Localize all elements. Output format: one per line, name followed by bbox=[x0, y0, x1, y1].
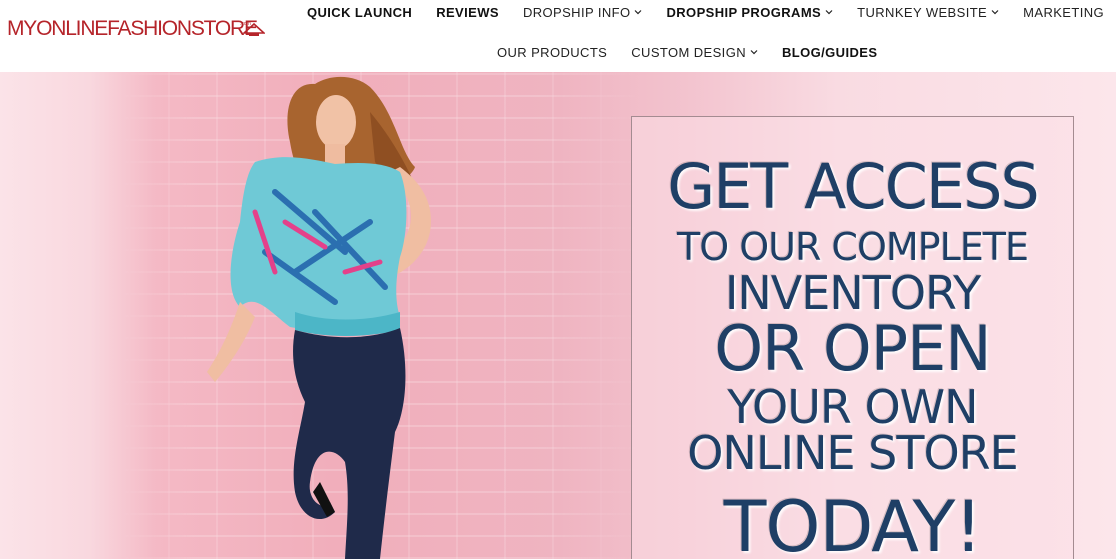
promo-line: INVENTORY bbox=[724, 266, 981, 320]
nav-custom-design[interactable]: CUSTOM DESIGN bbox=[631, 44, 758, 60]
nav-label: QUICK LAUNCH bbox=[307, 4, 413, 20]
chevron-down-icon bbox=[825, 10, 833, 15]
nav-dropship-info[interactable]: DROPSHIP INFO bbox=[522, 4, 643, 20]
nav-label: TURNKEY WEBSITE bbox=[857, 4, 988, 20]
nav-label: OUR PRODUCTS bbox=[497, 44, 608, 60]
chevron-down-icon bbox=[635, 10, 642, 15]
nav-label: CUSTOM DESIGN bbox=[631, 44, 746, 60]
promo-headline: GET ACCESS TO OUR COMPLETE INVENTORY OR … bbox=[631, 146, 1074, 559]
nav-label: MARKETING bbox=[1023, 4, 1105, 20]
nav-label: REVIEWS bbox=[436, 4, 499, 20]
nav-blog-guides[interactable]: BLOG/GUIDES bbox=[782, 44, 878, 60]
logo-domain-suffix: .com bbox=[240, 21, 251, 27]
promo-line: OR OPEN bbox=[714, 312, 991, 385]
nav-turnkey-website[interactable]: TURNKEY WEBSITE bbox=[857, 4, 999, 20]
logo-text: MYONLINEFASHIONSTORE bbox=[7, 17, 258, 40]
nav-our-products[interactable]: OUR PRODUCTS bbox=[497, 44, 608, 60]
nav-reviews[interactable]: REVIEWS bbox=[436, 4, 499, 20]
nav-quick-launch[interactable]: QUICK LAUNCH bbox=[307, 4, 413, 20]
model-photo bbox=[207, 76, 431, 559]
promo-line: TODAY! bbox=[723, 486, 983, 559]
promo-line: TO OUR COMPLETE bbox=[677, 225, 1029, 269]
nav-label: BLOG/GUIDES bbox=[782, 44, 878, 60]
main-nav-primary: QUICK LAUNCH REVIEWS DROPSHIP INFO DROPS… bbox=[307, 4, 1116, 20]
nav-marketing[interactable]: MARKETING bbox=[1023, 4, 1105, 20]
hero-banner[interactable]: GET ACCESS TO OUR COMPLETE INVENTORY OR … bbox=[0, 72, 1116, 559]
promo-line: YOUR OWN bbox=[727, 380, 978, 434]
site-logo[interactable]: MYONLINEFASHIONSTORE bbox=[7, 18, 265, 39]
nav-label: DROPSHIP INFO bbox=[522, 4, 631, 20]
chevron-down-icon bbox=[991, 10, 999, 15]
nav-dropship-programs[interactable]: DROPSHIP PROGRAMS bbox=[666, 4, 833, 20]
promo-line: GET ACCESS bbox=[667, 150, 1040, 223]
chevron-down-icon bbox=[750, 50, 758, 55]
main-nav-secondary: OUR PRODUCTS CUSTOM DESIGN BLOG/GUIDES bbox=[497, 44, 901, 60]
nav-label: DROPSHIP PROGRAMS bbox=[666, 4, 822, 20]
site-header: MYONLINEFASHIONSTORE .com QUICK LAUNCH R… bbox=[0, 0, 1116, 72]
promo-line: ONLINE STORE bbox=[687, 426, 1018, 480]
